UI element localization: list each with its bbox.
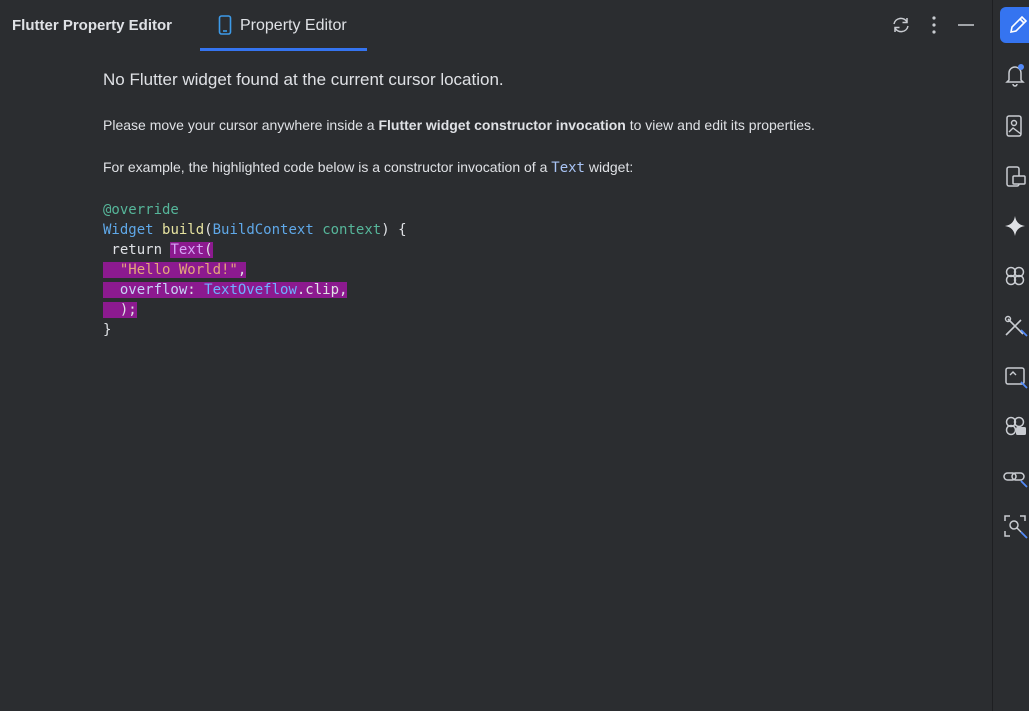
code-punct: } — [103, 322, 112, 338]
code-punct: ( — [204, 222, 213, 238]
annotation: @override — [103, 202, 179, 218]
build-tools-icon — [1004, 315, 1028, 337]
layout-inspector-strip-button[interactable] — [1001, 362, 1029, 390]
code-type: BuildContext — [212, 222, 314, 238]
code-string: "Hello World!" — [119, 262, 238, 278]
more-options-button[interactable] — [923, 14, 945, 36]
code-function: build — [162, 222, 205, 238]
profiler-strip-button[interactable] — [1001, 512, 1029, 540]
property-editor-strip-button[interactable] — [1000, 7, 1029, 43]
profiler-icon — [1004, 515, 1028, 539]
refresh-button[interactable] — [890, 14, 912, 36]
property-editor-icon — [1009, 15, 1028, 34]
code-line: @override — [103, 200, 407, 220]
code-line: ); — [103, 300, 407, 320]
instruction-bold-text: Flutter widget constructor invocation — [378, 117, 626, 133]
link-icon — [1003, 472, 1028, 488]
code-punct: , — [237, 262, 247, 278]
app-quality-icon — [1005, 266, 1025, 286]
code-class: Text — [170, 242, 205, 258]
tool-window-header: Flutter Property Editor Property Editor — [0, 0, 992, 51]
notifications-strip-button[interactable] — [1001, 61, 1029, 89]
instruction-text: Please move your cursor anywhere inside … — [103, 117, 379, 133]
refresh-icon — [893, 17, 909, 33]
code-type: Widget — [103, 222, 154, 238]
layout-inspector-icon — [1005, 367, 1028, 389]
code-punct: .clip, — [296, 282, 348, 298]
code-line: } — [103, 320, 407, 340]
code-class: TextOveflow — [204, 282, 297, 298]
app-quality-strip-button[interactable] — [1001, 262, 1029, 290]
tab-property-editor[interactable]: Property Editor — [200, 0, 367, 51]
tab-label: Property Editor — [240, 17, 347, 34]
code-param: context — [322, 222, 382, 238]
notifications-icon — [1005, 64, 1025, 87]
code-punct: ); — [103, 302, 137, 318]
gemini-strip-button[interactable] — [1001, 212, 1029, 240]
app-inspection-strip-button[interactable] — [1001, 412, 1029, 440]
device-manager-icon — [1006, 115, 1022, 137]
code-line: Widget build(BuildContext context) { — [103, 220, 407, 240]
minimize-button[interactable] — [955, 14, 977, 36]
example-text: For example, the highlighted code below … — [103, 159, 552, 175]
property-editor-window: Flutter Property Editor Property Editor — [0, 0, 1029, 711]
running-devices-icon — [1006, 166, 1026, 187]
code-property: overflow — [119, 282, 188, 298]
device-manager-strip-button[interactable] — [1001, 112, 1029, 140]
phone-icon — [218, 15, 232, 35]
minimize-icon — [958, 24, 974, 26]
code-punct: ( — [204, 242, 213, 258]
instruction-paragraph: Please move your cursor anywhere inside … — [103, 117, 815, 133]
code-punct: : — [187, 282, 205, 298]
app-inspection-icon — [1005, 416, 1026, 436]
example-text-end: widget: — [584, 159, 634, 175]
code-keyword: return — [103, 242, 171, 258]
link-strip-button[interactable] — [1001, 462, 1029, 490]
gemini-icon — [1005, 216, 1025, 236]
tool-window-title: Flutter Property Editor — [12, 17, 173, 34]
instruction-text-end: to view and edit its properties. — [625, 117, 815, 133]
code-example: @override Widget build(BuildContext cont… — [103, 200, 407, 340]
no-widget-heading: No Flutter widget found at the current c… — [103, 70, 504, 89]
running-devices-strip-button[interactable] — [1001, 162, 1029, 190]
code-line: overflow: TextOveflow.clip, — [103, 280, 407, 300]
example-paragraph: For example, the highlighted code below … — [103, 159, 633, 176]
build-tools-strip-button[interactable] — [1001, 312, 1029, 340]
code-line: return Text( — [103, 240, 407, 260]
code-punct: ) { — [381, 222, 407, 238]
example-inline-code: Text — [551, 160, 585, 176]
code-line: "Hello World!", — [103, 260, 407, 280]
more-vertical-icon — [932, 16, 936, 34]
right-tool-strip — [992, 0, 1029, 711]
